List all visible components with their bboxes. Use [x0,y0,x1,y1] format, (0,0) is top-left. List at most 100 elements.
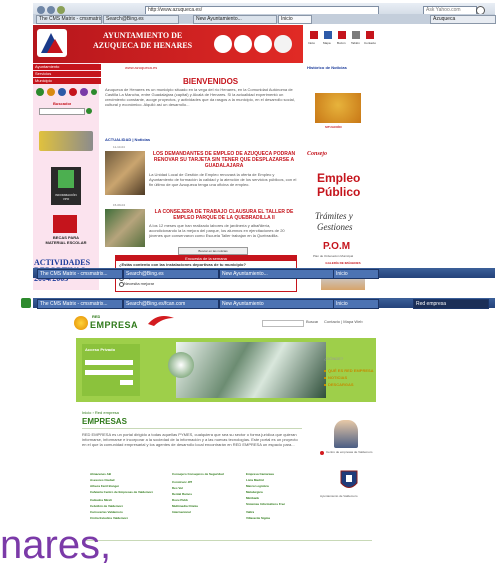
news-item-2: 15-09-04 LA CONSEJERA DE TRABAJO CLAUSUR… [105,203,305,253]
business-item[interactable]: Cafetería Centro de Empresas de Valdemor… [90,490,153,494]
vpo-house-icon [58,170,74,188]
acceso-password-input[interactable] [85,370,133,375]
business-item[interactable]: Dental Ramos [172,492,192,496]
url-label[interactable]: www.azuqueca.es [125,65,157,70]
business-item[interactable]: Lista Madrid [246,478,264,482]
situacion-map[interactable] [315,93,361,123]
header-search-button[interactable]: Buscar [306,319,318,324]
business-item[interactable]: Calzados Mireli [90,498,112,502]
survey-option-3[interactable]: Necesita mejorar [124,281,154,286]
business-item[interactable]: Consejero Consejeros de Seguridad [172,472,224,476]
business-item[interactable]: Docu Pubb [172,498,188,502]
business-item[interactable]: Des Val [172,486,183,490]
news-title[interactable]: LOS DEMANDANTES DE EMPLEO DE AZUQUECA PO… [149,151,299,169]
menu-servicios[interactable]: Servicios [33,71,101,77]
business-item[interactable]: Empresa Camarasa [246,472,274,476]
ayto-label[interactable]: Ayuntamiento de Valdemoro [320,494,358,498]
tramites-line-1[interactable]: Trámites y [315,211,353,221]
cultural-banner-image[interactable] [39,131,93,151]
icon-label-inicio: Inicio [308,41,316,45]
taskbar-search[interactable]: Search@Bing.es [123,269,219,279]
business-item[interactable]: Metalurgica [246,490,263,494]
mail-icon[interactable] [338,31,346,39]
valdemoro-shield-icon [340,470,358,492]
back-icon[interactable] [37,6,45,14]
empleo-line-1[interactable]: Empleo [317,171,360,185]
home-icon[interactable] [310,31,318,39]
business-item[interactable]: Construcc JPI [172,480,192,484]
tab-ayuntamiento[interactable]: New Ayuntamiento... [193,15,277,24]
buscador-go-icon[interactable] [86,108,92,114]
menu-ayuntamiento[interactable]: Ayuntamiento [33,64,101,70]
actualidad-label[interactable]: ACTUALIDAD | Noticias [105,137,150,142]
acceso-user-input[interactable] [85,360,133,365]
taskbar-ayuntamiento[interactable]: New Ayuntamiento... [219,269,335,279]
news-image[interactable] [105,209,145,247]
footer-line [82,540,372,541]
header-top-links[interactable]: Contacto | Mapa Web [324,319,363,324]
right-link-descargas[interactable]: DESCARGAS [324,382,394,387]
galeria-label[interactable]: GALERÍA DE IMÁGENES [321,261,365,265]
reload-icon[interactable] [57,6,65,14]
tramites-line-2[interactable]: Gestiones [317,222,353,232]
business-item[interactable]: Cintra Estudios Valdemoro [90,516,128,520]
map-icon[interactable] [324,31,332,39]
top-tabs-strip: The CMS Matrix - cmsmatrix... Search@Bin… [33,14,496,24]
business-item[interactable]: Internacional [172,510,191,514]
icon-label-tablon: Tablón [351,41,360,45]
becas-image[interactable] [53,215,77,233]
taskbar-red-empresa[interactable]: Red empresa [413,299,489,309]
news-search-button[interactable]: Buscar en las noticias [178,247,248,255]
business-item[interactable]: Multimedia Omnia [172,504,198,508]
business-item[interactable]: Almacenes AB [90,472,111,476]
taskbar-cms-matrix[interactable]: The CMS Matrix - cmsmatrix... [37,269,123,279]
taskbar-inicio[interactable]: Inicio [333,269,379,279]
business-item[interactable]: Minibank [246,496,259,500]
buscador-input[interactable] [39,108,85,115]
acceso-panel: Acceso Privado [82,344,140,396]
banner-decoration-circles [213,34,295,54]
top-icons-row: Inicio Mapa Buzón Tablón Contacto [308,29,378,49]
buscador-label: Buscador [53,101,72,106]
sidebar-tab-azuqueca[interactable]: Azuqueca [430,15,496,24]
business-item[interactable]: Marca Logística [246,484,269,488]
forward-icon[interactable] [47,6,55,14]
centro-label[interactable]: Centro de empresas de Valdemoro [320,450,380,460]
right-link-noticias[interactable]: NOTICIAS [324,375,394,380]
business-item[interactable]: Carrocerías Valdemoro [90,510,123,514]
contact-icon[interactable] [366,31,374,39]
red-empresa-page: RED EMPRESA Buscar Contacto | Mapa Web A… [62,310,392,570]
business-item[interactable]: Cebollón de Valdemoro [90,504,123,508]
breadcrumb[interactable]: Inicio › Red empresa [82,410,119,415]
pom-label[interactable]: P.O.M [323,241,350,252]
business-item[interactable]: Sistemas Informáticos Frec [246,502,285,506]
tab-search[interactable]: Search@Bing.es [103,15,179,24]
taskbar-inicio[interactable]: Inicio [333,299,379,309]
business-item[interactable]: Villaverde Sigma [246,516,270,520]
taskbar-cms-matrix[interactable]: The CMS Matrix - cmsmatrix... [37,299,123,309]
tab-inicio[interactable]: Inicio [278,15,312,24]
empleo-line-2[interactable]: Público [317,185,360,199]
tab-cms-matrix[interactable]: The CMS Matrix - cmsmatrix... [36,15,102,24]
centro-image[interactable] [334,420,358,448]
header-search-input[interactable] [262,320,304,327]
taskbar-search[interactable]: Search@Bing.es/fcan.com [123,299,219,309]
taskbar-ayuntamiento[interactable]: New Ayuntamiento [219,299,335,309]
azuqueca-page: AYUNTAMIENTO DE AZUQUECA DE HENARES www.… [33,25,493,292]
business-item[interactable]: Asesores Ciudad [90,478,115,482]
red-empresa-logo[interactable]: RED EMPRESA [74,312,138,334]
right-column: Histórico de Noticias SITUACIÓN Consejo … [303,63,383,290]
board-icon[interactable] [352,31,360,39]
vpo-banner[interactable]: INFORMACIÓN VPO [51,167,81,205]
business-item[interactable]: Atheca Fenil Bonger [90,484,119,488]
system-tray-icon[interactable] [21,298,31,308]
acceso-submit-button[interactable] [120,380,133,385]
business-item[interactable]: Valtra [246,510,254,514]
right-link-que-es[interactable]: QUÉ ES RED EMPRESA [324,368,394,373]
news-image[interactable] [105,151,145,195]
news-title[interactable]: LA CONSEJERA DE TRABAJO CLAUSURA EL TALL… [149,209,299,221]
survey-radio-3[interactable] [119,282,124,287]
historico-title[interactable]: Histórico de Noticias [307,65,347,70]
menu-municipio[interactable]: Municipio [33,78,101,84]
consejo-label[interactable]: Consejo [307,151,327,157]
